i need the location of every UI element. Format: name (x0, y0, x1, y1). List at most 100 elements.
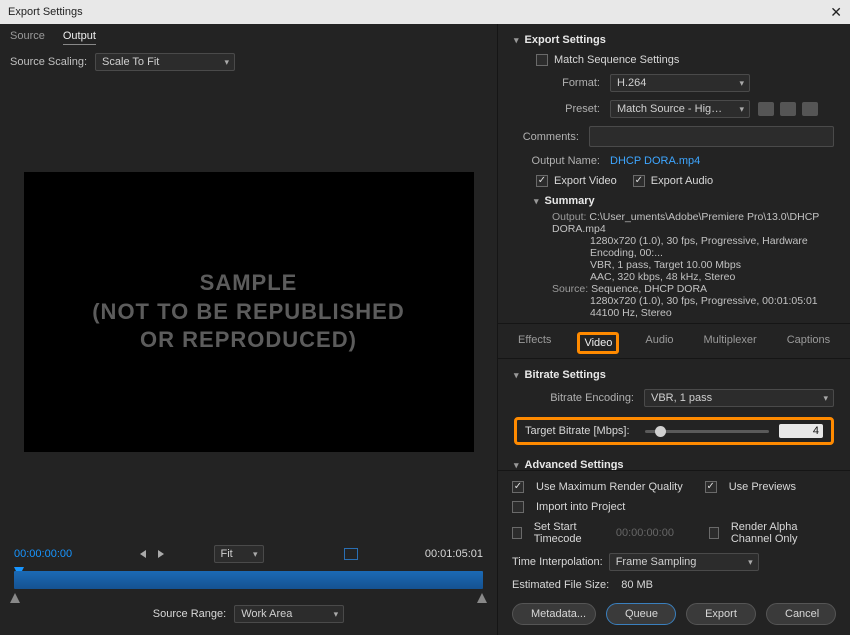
comments-input[interactable] (589, 126, 834, 147)
summary-source-label: Source: (552, 283, 588, 295)
export-button[interactable]: Export (686, 603, 756, 625)
summary-source-l2: 1280x720 (1.0), 30 fps, Progressive, 00:… (552, 295, 834, 307)
preset-label: Preset: (514, 103, 600, 115)
timeline-track[interactable] (14, 571, 483, 589)
queue-button[interactable]: Queue (606, 603, 676, 625)
main-layout: Source Output Source Scaling: Scale To F… (0, 24, 850, 635)
use-previews-label: Use Previews (729, 481, 796, 493)
preset-select[interactable]: Match Source - High bitrate (610, 100, 750, 118)
timeline[interactable] (0, 571, 497, 597)
summary-output-l4: AAC, 320 kbps, 48 kHz, Stereo (552, 271, 834, 283)
target-bitrate-slider[interactable] (645, 430, 769, 433)
watermark-l1: SAMPLE (92, 269, 405, 298)
comments-label: Comments: (514, 131, 579, 143)
advanced-title: Advanced Settings (525, 459, 624, 470)
tab-source[interactable]: Source (10, 30, 45, 45)
use-previews-checkbox[interactable] (705, 481, 717, 493)
summary-output-label: Output: (552, 211, 586, 223)
source-scaling-label: Source Scaling: (10, 56, 87, 68)
format-select[interactable]: H.264 (610, 74, 750, 92)
preview-area: SAMPLE (NOT TO BE REPUBLISHED OR REPRODU… (0, 77, 497, 537)
summary-output-l2: 1280x720 (1.0), 30 fps, Progressive, Har… (552, 235, 834, 259)
summary-output-path: C:\User_uments\Adobe\Premiere Pro\13.0\D… (552, 211, 819, 235)
time-interp-select[interactable]: Frame Sampling (609, 553, 759, 571)
est-size-value: 80 MB (621, 579, 653, 591)
render-alpha-label: Render Alpha Channel Only (731, 521, 836, 545)
save-preset-icon[interactable] (758, 102, 774, 116)
timecode-start[interactable]: 00:00:00:00 (14, 548, 72, 560)
time-interp-value: Frame Sampling (616, 556, 697, 568)
tab-effects[interactable]: Effects (514, 332, 555, 354)
est-size-label: Estimated File Size: (512, 579, 609, 591)
right-panel: ▾ Export Settings Match Sequence Setting… (498, 24, 850, 635)
bitrate-header[interactable]: ▾ Bitrate Settings (514, 365, 834, 385)
zoom-value: Fit (221, 548, 233, 560)
source-scaling-select[interactable]: Scale To Fit (95, 53, 235, 71)
cancel-button[interactable]: Cancel (766, 603, 836, 625)
start-tc-label: Set Start Timecode (534, 521, 606, 545)
bitrate-enc-value: VBR, 1 pass (651, 392, 712, 404)
bitrate-title: Bitrate Settings (525, 369, 606, 381)
timecode-end: 00:01:05:01 (425, 548, 483, 560)
export-audio-checkbox[interactable] (633, 175, 645, 187)
timecode-row: 00:00:00:00 Fit 00:01:05:01 (0, 537, 497, 571)
import-project-checkbox[interactable] (512, 501, 524, 513)
chevron-down-icon: ▾ (514, 35, 519, 46)
aspect-icon[interactable] (344, 548, 358, 560)
source-range-label: Source Range: (153, 608, 226, 620)
slider-knob-icon[interactable] (655, 426, 666, 437)
export-video-checkbox[interactable] (536, 175, 548, 187)
summary-source-l1: Sequence, DHCP DORA (591, 283, 707, 295)
export-settings-header[interactable]: ▾ Export Settings (514, 30, 834, 50)
metadata-button[interactable]: Metadata... (512, 603, 596, 625)
tab-multiplexer[interactable]: Multiplexer (700, 332, 761, 354)
tab-output[interactable]: Output (63, 30, 96, 45)
codec-tabs: Effects Video Audio Multiplexer Captions… (498, 323, 850, 359)
next-frame-icon[interactable] (158, 550, 164, 558)
summary-block: Output: C:\User_uments\Adobe\Premiere Pr… (514, 211, 834, 319)
zoom-select[interactable]: Fit (214, 545, 264, 563)
bitrate-enc-label: Bitrate Encoding: (534, 392, 634, 404)
left-panel: Source Output Source Scaling: Scale To F… (0, 24, 498, 635)
start-tc-checkbox[interactable] (512, 527, 522, 539)
chevron-down-icon: ▾ (514, 460, 519, 470)
summary-title: Summary (545, 195, 595, 207)
settings-scroll[interactable]: ▾ Export Settings Match Sequence Setting… (498, 24, 850, 470)
target-bitrate-input[interactable]: 4 (779, 424, 823, 438)
source-range-select[interactable]: Work Area (234, 605, 344, 623)
source-scaling-row: Source Scaling: Scale To Fit (0, 47, 497, 77)
delete-preset-icon[interactable] (802, 102, 818, 116)
match-sequence-label: Match Sequence Settings (554, 54, 679, 66)
max-quality-checkbox[interactable] (512, 481, 524, 493)
format-value: H.264 (617, 77, 646, 89)
source-range-value: Work Area (241, 608, 292, 620)
max-quality-label: Use Maximum Render Quality (536, 481, 683, 493)
bitrate-enc-select[interactable]: VBR, 1 pass (644, 389, 834, 407)
source-range-row: Source Range: Work Area (0, 597, 497, 635)
export-settings-title: Export Settings (525, 34, 606, 46)
import-project-label: Import into Project (536, 501, 625, 513)
import-preset-icon[interactable] (780, 102, 796, 116)
preset-value: Match Source - High bitrate (617, 103, 727, 115)
preview-tabs: Source Output (0, 24, 497, 47)
footer: Use Maximum Render Quality Use Previews … (498, 470, 850, 635)
summary-header[interactable]: ▾ Summary (514, 191, 834, 211)
close-icon[interactable]: ✕ (830, 4, 842, 21)
video-preview: SAMPLE (NOT TO BE REPUBLISHED OR REPRODU… (24, 172, 474, 452)
source-scaling-value: Scale To Fit (102, 56, 159, 68)
output-name-link[interactable]: DHCP DORA.mp4 (610, 155, 700, 167)
match-sequence-checkbox[interactable] (536, 54, 548, 66)
export-video-label: Export Video (554, 175, 617, 187)
export-audio-label: Export Audio (651, 175, 713, 187)
watermark-l2: (NOT TO BE REPUBLISHED (92, 298, 405, 327)
chevron-down-icon: ▾ (534, 196, 539, 207)
window-title: Export Settings (8, 6, 83, 18)
tab-video[interactable]: Video (577, 332, 619, 354)
tab-audio[interactable]: Audio (641, 332, 677, 354)
watermark-l3: OR REPRODUCED) (92, 326, 405, 355)
render-alpha-checkbox[interactable] (709, 527, 719, 539)
tab-captions[interactable]: Captions (783, 332, 834, 354)
target-bitrate-row: Target Bitrate [Mbps]: 4 (514, 417, 834, 445)
advanced-header[interactable]: ▾ Advanced Settings (514, 455, 834, 470)
prev-frame-icon[interactable] (140, 550, 146, 558)
